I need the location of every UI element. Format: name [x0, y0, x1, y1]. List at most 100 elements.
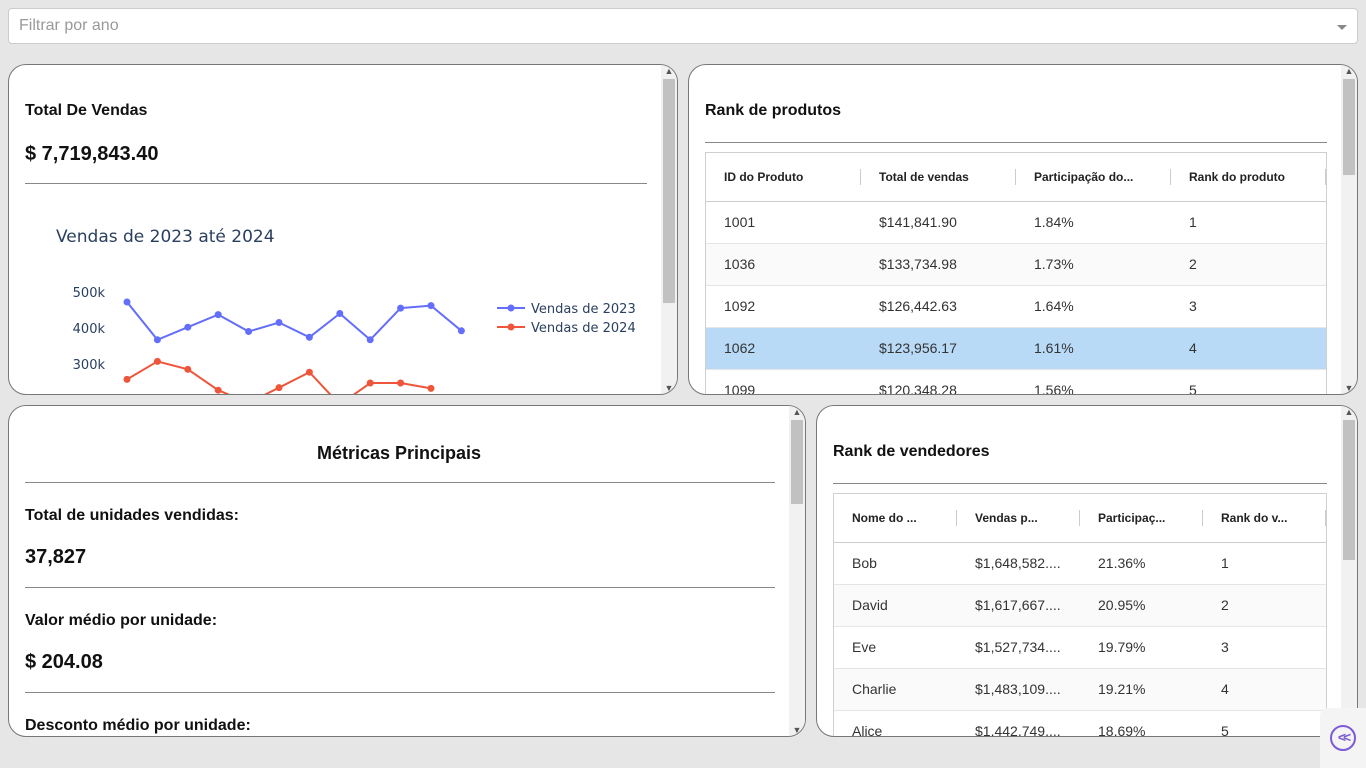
data-point[interactable] — [184, 323, 192, 331]
data-point[interactable] — [305, 368, 313, 376]
data-point[interactable] — [305, 333, 313, 341]
divider — [705, 142, 1327, 143]
y-tick-label: 300k — [73, 358, 106, 373]
scroll-thumb[interactable] — [1343, 79, 1355, 175]
year-filter-select[interactable] — [8, 8, 1358, 44]
table-row[interactable]: Charlie $1,483,109.... 19.21% 4 — [834, 668, 1326, 711]
table-cell: 19.21% — [1080, 668, 1203, 711]
data-point[interactable] — [397, 304, 405, 312]
data-point[interactable] — [397, 379, 405, 387]
legend-marker — [507, 323, 515, 331]
product-rank-table: ID do Produto Total de vendas Participaç… — [705, 152, 1327, 394]
column-header-seller-rank[interactable]: Rank do v... — [1203, 494, 1326, 543]
product-rank-card: Rank de produtos ID do Produto Total de … — [688, 64, 1358, 395]
collapse-sidebar-button[interactable]: << — [1320, 708, 1366, 768]
column-separator[interactable] — [1325, 510, 1326, 526]
scroll-up-icon[interactable]: ▲ — [661, 65, 677, 77]
scroll-thumb[interactable] — [791, 420, 803, 504]
table-cell: 1.61% — [1016, 327, 1171, 370]
scroll-down-icon[interactable]: ▼ — [789, 724, 805, 736]
table-cell: $141,841.90 — [861, 201, 1016, 244]
scroll-up-icon[interactable]: ▲ — [789, 406, 805, 418]
legend-label[interactable]: Vendas de 2023 — [531, 302, 636, 317]
table-cell: David — [834, 584, 957, 627]
table-row[interactable]: 1036 $133,734.98 1.73% 2 — [706, 243, 1326, 286]
table-row[interactable]: Eve $1,527,734.... 19.79% 3 — [834, 626, 1326, 669]
data-point[interactable] — [366, 336, 374, 344]
column-header-total-sales[interactable]: Total de vendas — [861, 153, 1016, 202]
table-row[interactable]: 1099 $120,348.28 1.56% 5 — [706, 369, 1326, 394]
data-point[interactable] — [275, 319, 283, 327]
table-cell: 1062 — [706, 327, 861, 370]
table-cell: $126,442.63 — [861, 285, 1016, 328]
scroll-down-icon[interactable]: ▼ — [661, 382, 677, 394]
data-point[interactable] — [245, 328, 253, 336]
table-row[interactable]: David $1,617,667.... 20.95% 2 — [834, 584, 1326, 627]
table-cell: Alice — [834, 710, 957, 736]
scroll-up-icon[interactable]: ▲ — [1341, 406, 1357, 418]
data-point[interactable] — [123, 375, 131, 383]
table-cell: 3 — [1203, 626, 1326, 669]
table-cell: 1001 — [706, 201, 861, 244]
table-header-row: ID do Produto Total de vendas Participaç… — [706, 153, 1326, 202]
table-cell: $123,956.17 — [861, 327, 1016, 370]
table-cell: 1.64% — [1016, 285, 1171, 328]
vertical-scrollbar[interactable]: ▲ ▼ — [1341, 65, 1357, 394]
table-cell: $120,348.28 — [861, 369, 1016, 394]
data-point[interactable] — [427, 302, 435, 310]
table-row[interactable]: 1092 $126,442.63 1.64% 3 — [706, 285, 1326, 328]
column-header-seller-sales[interactable]: Vendas p... — [957, 494, 1080, 543]
chevron-down-icon[interactable] — [1337, 25, 1347, 30]
table-cell: 4 — [1203, 668, 1326, 711]
legend-label[interactable]: Vendas de 2024 — [531, 321, 636, 336]
data-point[interactable] — [184, 365, 192, 373]
data-point[interactable] — [275, 384, 283, 392]
data-point[interactable] — [153, 336, 161, 344]
divider — [833, 483, 1327, 484]
scroll-thumb[interactable] — [663, 79, 675, 303]
table-cell: 18.69% — [1080, 710, 1203, 736]
scroll-up-icon[interactable]: ▲ — [1341, 65, 1357, 77]
data-point[interactable] — [336, 310, 344, 318]
scroll-down-icon[interactable]: ▼ — [1341, 382, 1357, 394]
data-point[interactable] — [123, 298, 131, 306]
vertical-scrollbar[interactable]: ▲ ▼ — [661, 65, 677, 394]
table-cell: 4 — [1171, 327, 1326, 370]
legend-marker — [507, 304, 515, 312]
units-sold-value: 37,827 — [25, 546, 87, 568]
table-cell: 1.84% — [1016, 201, 1171, 244]
vertical-scrollbar[interactable]: ▲ ▼ — [789, 406, 805, 736]
avg-discount-label: Desconto médio por unidade: — [25, 717, 251, 734]
scroll-thumb[interactable] — [1343, 420, 1355, 560]
y-tick-label: 500k — [73, 286, 106, 301]
column-header-share[interactable]: Participação do... — [1016, 153, 1171, 202]
table-cell: 1036 — [706, 243, 861, 286]
year-filter-input[interactable] — [9, 9, 1357, 43]
main-metrics-title: Métricas Principais — [316, 443, 482, 463]
table-cell: Eve — [834, 626, 957, 669]
double-chevron-left-icon[interactable]: << — [1330, 725, 1356, 751]
column-header-product-rank[interactable]: Rank do produto — [1171, 153, 1326, 202]
main-metrics-card: Métricas Principais Total de unidades ve… — [8, 405, 806, 737]
data-point[interactable] — [427, 384, 435, 392]
data-point[interactable] — [457, 327, 465, 335]
table-cell: 2 — [1171, 243, 1326, 286]
table-row[interactable]: 1062 $123,956.17 1.61% 4 — [706, 327, 1326, 370]
data-point[interactable] — [153, 357, 161, 365]
column-header-seller-share[interactable]: Participaç... — [1080, 494, 1203, 543]
table-cell: Bob — [834, 542, 957, 585]
data-point[interactable] — [214, 386, 222, 394]
vertical-scrollbar[interactable]: ▲ ▼ — [1341, 406, 1357, 736]
data-point[interactable] — [214, 311, 222, 319]
y-tick-label: 400k — [73, 322, 106, 337]
column-header-seller-name[interactable]: Nome do ... — [834, 494, 957, 543]
table-row[interactable]: 1001 $141,841.90 1.84% 1 — [706, 201, 1326, 244]
column-header-product-id[interactable]: ID do Produto — [706, 153, 861, 202]
table-cell: 5 — [1171, 369, 1326, 394]
data-point[interactable] — [366, 379, 374, 387]
table-cell: 1092 — [706, 285, 861, 328]
table-row[interactable]: Alice $1,442,749.... 18.69% 5 — [834, 710, 1326, 736]
column-separator[interactable] — [1325, 169, 1326, 185]
table-row[interactable]: Bob $1,648,582.... 21.36% 1 — [834, 542, 1326, 585]
units-sold-label: Total de unidades vendidas: — [25, 507, 239, 524]
